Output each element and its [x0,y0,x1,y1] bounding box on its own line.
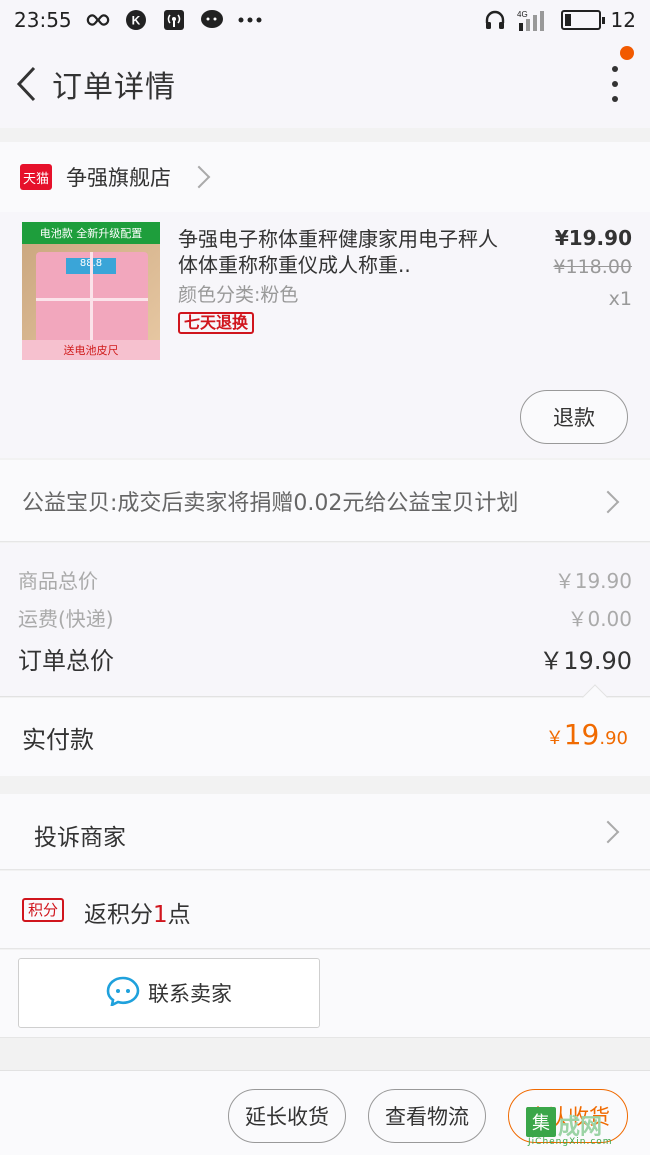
chat-icon [200,8,224,32]
store-name: 争强旗舰店 [66,166,171,190]
chat-bubble-icon [106,976,140,1010]
paid-amount: ￥19.90 [546,718,628,751]
page-title: 订单详情 [52,70,176,105]
refund-button[interactable]: 退款 [520,390,628,444]
scale-illustration: 88.8 [36,252,148,348]
k-app-icon: K [124,8,148,32]
goods-total-row: 商品总价 ￥19.90 [18,565,632,594]
paid-integer: 19 [563,718,600,751]
order-total-row: 订单总价 ￥19.90 [18,641,632,676]
product-price: ¥19.90 [554,226,632,250]
nav-bar: 订单详情 [0,40,650,128]
complain-label: 投诉商家 [34,825,126,851]
view-logistics-button[interactable]: 查看物流 [368,1089,486,1143]
chevron-right-icon [596,490,620,514]
original-price: ¥118.00 [553,256,632,278]
watermark-box: 集 [526,1107,556,1137]
product-item[interactable]: 电池款 全新升级配置 88.8 送电池皮尺 争强电子称体重秤健康家用电子秤人体体… [0,212,650,458]
complain-row[interactable]: 投诉商家 [0,794,650,870]
bottom-action-bar: 延长收货 查看物流 确认收货 集 成网 JiChengXin.com [0,1070,650,1155]
tmall-logo: 天猫 [20,164,52,190]
order-total-label: 订单总价 [18,647,114,675]
points-row: 积分 返积分1点 [0,871,650,949]
clock: 23:55 [14,8,72,32]
thumbnail-banner: 电池款 全新升级配置 [22,222,160,244]
contact-seller-label: 联系卖家 [148,982,232,1006]
shipping-value: ￥0.00 [567,607,632,631]
return-policy-badge: 七天退换 [178,312,255,334]
signal-icon: 4G [517,8,551,32]
paid-amount-row: 实付款 ￥19.90 [0,684,650,776]
paid-currency: ￥ [545,728,564,749]
headset-icon [483,8,507,32]
site-watermark: 集 成网 JiChengXin.com [526,1107,642,1147]
product-quantity: x1 [608,288,632,310]
infinity-icon [86,8,110,32]
charity-text: 公益宝贝:成交后卖家将捐赠0.02元给公益宝贝计划 [22,490,519,516]
svg-text:4G: 4G [517,10,528,19]
paid-decimal: .90 [599,728,628,749]
watermark-url: JiChengXin.com [528,1137,613,1147]
back-arrow-icon[interactable] [6,64,46,104]
shipping-row: 运费(快递) ￥0.00 [18,603,632,632]
order-total-value: ￥19.90 [539,647,632,675]
extend-receipt-button[interactable]: 延长收货 [228,1089,346,1143]
goods-total-value: ￥19.90 [554,569,632,593]
points-text: 返积分1点 [84,895,191,929]
contact-seller-button[interactable]: 联系卖家 [18,958,320,1028]
paid-label: 实付款 [22,726,94,754]
store-header[interactable]: 天猫 争强旗舰店 [0,142,650,212]
more-vertical-icon[interactable] [612,66,620,102]
hotspot-icon [162,8,186,32]
charity-row[interactable]: 公益宝贝:成交后卖家将捐赠0.02元给公益宝贝计划 [0,460,650,542]
thumbnail-label: 送电池皮尺 [22,340,160,360]
notification-dot [620,46,634,60]
points-prefix: 返积分 [84,902,153,928]
product-title[interactable]: 争强电子称体重秤健康家用电子秤人体体重称称重仪成人称重.. [178,226,508,278]
svg-text:K: K [131,14,140,28]
battery-level: 12 [610,8,636,32]
contact-section: 联系卖家 [0,950,650,1038]
chevron-right-icon [187,165,211,189]
price-summary: 商品总价 ￥19.90 运费(快递) ￥0.00 订单总价 ￥19.90 [0,543,650,697]
shipping-label: 运费(快递) [18,607,114,631]
goods-total-label: 商品总价 [18,569,98,593]
battery-icon [560,10,605,30]
points-number: 1 [153,902,168,928]
points-suffix: 点 [167,902,191,928]
more-notifications-icon [238,8,262,32]
product-thumbnail[interactable]: 电池款 全新升级配置 88.8 送电池皮尺 [22,222,160,360]
product-sku: 颜色分类:粉色 [178,284,299,306]
status-bar: 23:55 K 4G 12 [0,0,650,40]
points-badge: 积分 [22,898,65,922]
chevron-right-icon [596,820,620,844]
